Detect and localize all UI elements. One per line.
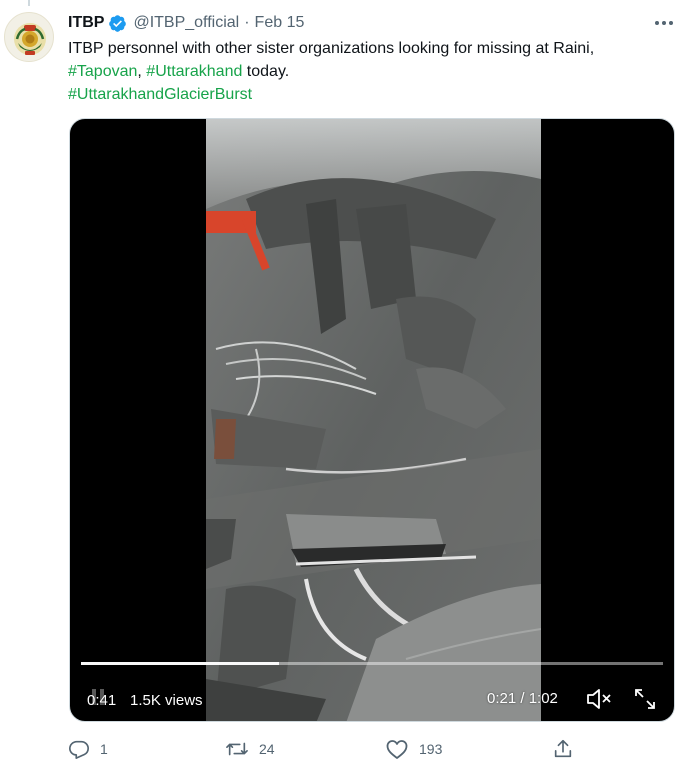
retweet-button[interactable]: 24 <box>225 735 275 763</box>
video-player[interactable]: 0:41 1.5K views 0:21 / 1:02 <box>69 118 675 722</box>
separator-dot: · <box>244 14 250 31</box>
hashtag-uttarakhand[interactable]: #Uttarakhand <box>146 63 242 80</box>
fullscreen-icon[interactable] <box>631 685 659 713</box>
reply-count: 1 <box>100 741 108 757</box>
comma-text: , <box>137 63 142 80</box>
like-icon <box>386 740 408 759</box>
author-handle[interactable]: @ITBP_official <box>133 14 239 32</box>
share-button[interactable] <box>552 735 584 763</box>
author-name[interactable]: ITBP <box>68 14 104 32</box>
video-progress-fill <box>81 662 279 665</box>
today-text: today. <box>242 63 290 80</box>
tweet-text-line3: #UttarakhandGlacierBurst <box>68 83 678 106</box>
hashtag-glacier-burst[interactable]: #UttarakhandGlacierBurst <box>68 86 252 103</box>
retweet-icon <box>226 742 248 756</box>
tweet-text-line1: ITBP personnel with other sister organiz… <box>68 40 595 57</box>
thread-connector-line <box>28 0 30 6</box>
reply-icon <box>69 740 89 759</box>
reply-button[interactable]: 1 <box>68 735 108 763</box>
more-icon[interactable] <box>651 12 677 34</box>
avatar[interactable] <box>4 12 54 62</box>
video-frame-image <box>206 119 541 721</box>
video-view-count: 1.5K views <box>130 692 203 709</box>
retweet-count: 24 <box>259 741 275 757</box>
hashtag-tapovan[interactable]: #Tapovan <box>68 63 137 80</box>
tweet-actions-bar: 1 24 193 <box>60 735 680 763</box>
share-icon <box>554 739 572 758</box>
tweet-header: ITBP @ITBP_official · Feb 15 <box>68 12 304 34</box>
video-time-readout: 0:21 / 1:02 <box>487 690 558 707</box>
mute-icon[interactable] <box>584 685 614 713</box>
like-count: 193 <box>419 741 443 757</box>
tweet-date[interactable]: Feb 15 <box>255 14 305 32</box>
itbp-emblem-logo <box>14 23 46 55</box>
tweet-text-line2: #Tapovan, #Uttarakhand today. <box>68 60 678 83</box>
verified-badge-icon <box>108 14 127 33</box>
video-progress-track[interactable] <box>81 662 663 665</box>
video-time-badge: 0:41 <box>87 692 117 709</box>
tweet-text: ITBP personnel with other sister organiz… <box>68 37 678 106</box>
like-button[interactable]: 193 <box>385 735 442 763</box>
